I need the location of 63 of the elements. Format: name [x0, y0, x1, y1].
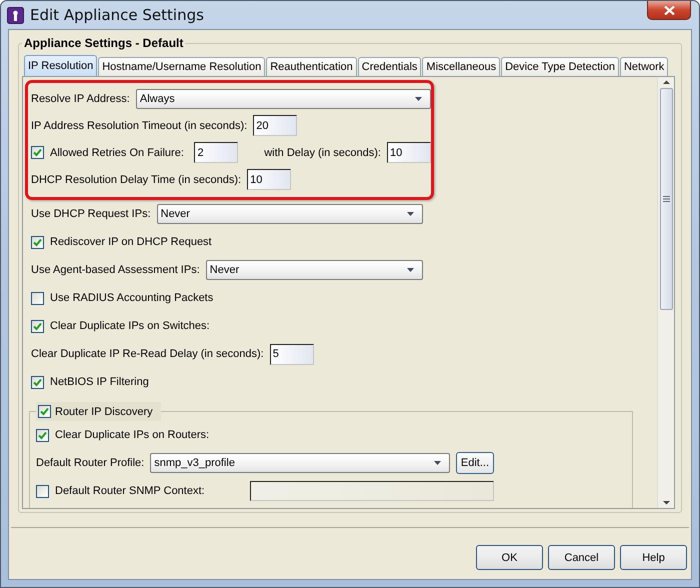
field-label: with Delay (in seconds):: [264, 146, 381, 158]
tab[interactable]: Device Type Detection: [501, 57, 619, 76]
checkmark-icon: [32, 376, 43, 388]
checkbox-label: Allowed Retries On Failure:: [50, 146, 185, 158]
window-title: Edit Appliance Settings: [30, 6, 204, 24]
number-field[interactable]: 20: [253, 115, 298, 136]
checkbox-label: Router IP Discovery: [55, 406, 153, 418]
checkbox[interactable]: [36, 484, 49, 498]
checkmark-icon: [32, 320, 43, 332]
tab[interactable]: Credentials: [358, 57, 422, 76]
caret-icon: [415, 96, 422, 100]
edit-button[interactable]: Edit...: [456, 452, 494, 474]
grip-icon: [662, 196, 670, 202]
checkbox[interactable]: [31, 146, 44, 159]
number-field[interactable]: 10: [387, 142, 431, 163]
app-icon: [7, 6, 24, 24]
field-label: Use DHCP Request IPs:: [31, 208, 151, 220]
checkmark-icon: [37, 430, 48, 440]
checkbox[interactable]: [31, 236, 44, 248]
dialog-button[interactable]: OK: [476, 545, 543, 570]
checkbox-label: Clear Duplicate IPs on Switches:: [50, 320, 210, 332]
checkbox-label: Default Router SNMP Context:: [55, 485, 205, 497]
field-label: Default Router Profile:: [36, 457, 144, 469]
checkbox-label: Clear Duplicate IPs on Routers:: [55, 429, 210, 441]
field-label: Resolve IP Address:: [31, 92, 130, 104]
caret-icon: [434, 461, 441, 465]
dialog-button[interactable]: Cancel: [548, 545, 615, 570]
checkbox-label: Rediscover IP on DHCP Request: [50, 236, 212, 248]
dialog-button[interactable]: Help: [620, 545, 687, 570]
dropdown[interactable]: Never: [206, 260, 423, 280]
checkbox-label: NetBIOS IP Filtering: [50, 376, 149, 388]
checkbox[interactable]: [31, 320, 44, 332]
field-label: Use Agent-based Assessment IPs:: [31, 264, 200, 276]
checkmark-icon: [39, 406, 50, 417]
tab[interactable]: Network: [620, 57, 668, 76]
text-field[interactable]: [250, 481, 494, 501]
close-button[interactable]: [647, 1, 691, 20]
checkbox[interactable]: [31, 376, 44, 388]
checkbox[interactable]: [31, 292, 44, 304]
checkmark-icon: [32, 236, 43, 248]
scrollbar[interactable]: [657, 77, 674, 508]
field-label: Clear Duplicate IP Re-Read Delay (in seconds):: [31, 348, 264, 360]
checkbox-label: Use RADIUS Accounting Packets: [50, 292, 214, 304]
number-field[interactable]: 2: [194, 142, 238, 163]
checkmark-icon: [32, 147, 43, 158]
caret-icon: [407, 268, 414, 272]
close-icon: [664, 6, 674, 14]
tab[interactable]: Reauthentication: [266, 57, 357, 76]
caret-icon: [407, 212, 414, 216]
number-field[interactable]: 5: [270, 344, 314, 364]
tab[interactable]: Miscellaneous: [422, 57, 500, 76]
tab[interactable]: IP Resolution: [24, 55, 98, 76]
checkbox[interactable]: [36, 428, 49, 442]
scroll-thumb[interactable]: [660, 88, 672, 310]
dropdown[interactable]: Always: [136, 88, 431, 108]
dropdown[interactable]: Never: [156, 204, 423, 224]
field-label: DHCP Resolution Delay Time (in seconds):: [31, 174, 242, 186]
number-field[interactable]: 10: [247, 169, 292, 190]
checkbox[interactable]: [38, 405, 51, 418]
tab[interactable]: Hostname/Username Resolution: [98, 57, 266, 76]
group-title: Appliance Settings - Default: [23, 36, 184, 50]
dropdown[interactable]: snmp_v3_profile: [150, 453, 450, 473]
field-label: IP Address Resolution Timeout (in seconds):: [31, 120, 248, 132]
